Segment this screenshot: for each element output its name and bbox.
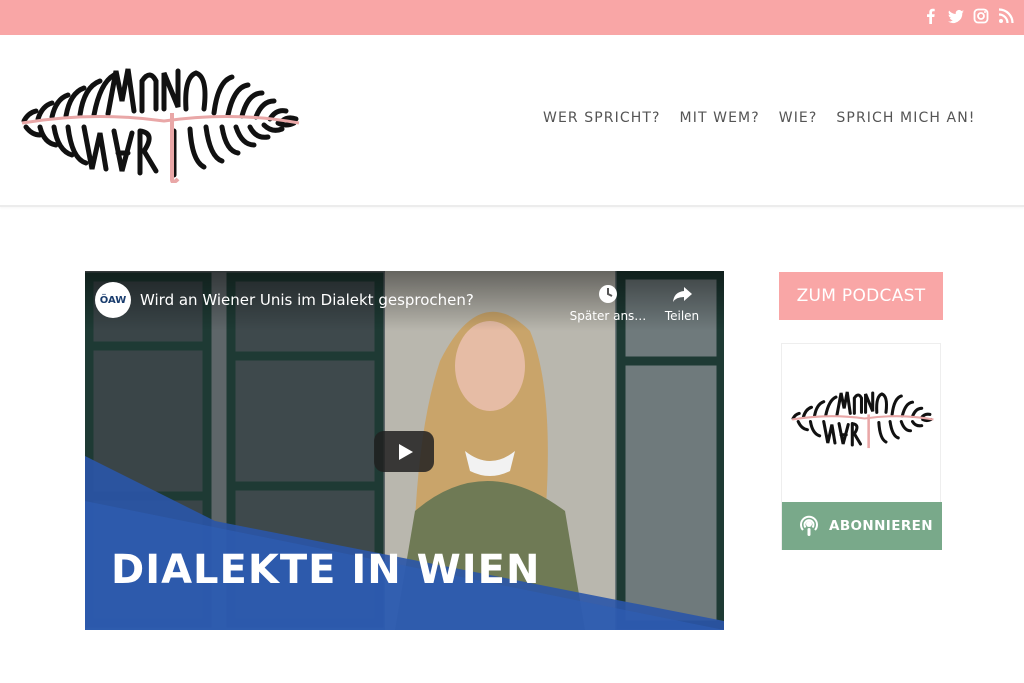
nav-item-sprich-mich-an[interactable]: SPRICH MICH AN! — [836, 110, 975, 126]
twitter-icon[interactable] — [948, 8, 964, 24]
play-button[interactable] — [374, 431, 434, 472]
channel-avatar[interactable]: ÖAW — [95, 282, 131, 318]
podcast-card: ABONNIEREN — [781, 343, 942, 550]
instagram-icon[interactable] — [973, 8, 989, 24]
site-logo[interactable] — [14, 61, 304, 184]
podcast-logo[interactable] — [788, 384, 936, 454]
top-bar — [0, 0, 1024, 35]
watch-later-button[interactable]: Später ans… — [568, 283, 648, 323]
main-nav: WER SPRICHT? MIT WEM? WIE? SPRICH MICH A… — [543, 110, 994, 126]
podcast-button[interactable]: ZUM PODCAST — [779, 272, 943, 320]
nav-item-wie[interactable]: WIE? — [779, 110, 818, 126]
site-header: WER SPRICHT? MIT WEM? WIE? SPRICH MICH A… — [0, 35, 1024, 207]
facebook-icon[interactable] — [923, 8, 939, 24]
clock-icon — [597, 283, 619, 305]
nav-item-wer-spricht[interactable]: WER SPRICHT? — [543, 110, 661, 126]
video-player[interactable]: ÖAW Wird an Wiener Unis im Dialekt gespr… — [85, 271, 724, 630]
video-caption: DIALEKTE IN WIEN — [111, 547, 541, 593]
subscribe-label: ABONNIEREN — [829, 518, 933, 534]
social-links — [923, 8, 1014, 24]
share-button[interactable]: Teilen — [642, 283, 722, 323]
subscribe-button[interactable]: ABONNIEREN — [782, 502, 942, 550]
share-icon — [671, 283, 693, 305]
share-label: Teilen — [664, 309, 700, 323]
rss-icon[interactable] — [998, 8, 1014, 24]
video-title[interactable]: Wird an Wiener Unis im Dialekt gesproche… — [140, 291, 474, 309]
podcast-icon — [797, 514, 821, 538]
watch-later-label: Später ans… — [569, 309, 647, 323]
nav-item-mit-wem[interactable]: MIT WEM? — [680, 110, 760, 126]
